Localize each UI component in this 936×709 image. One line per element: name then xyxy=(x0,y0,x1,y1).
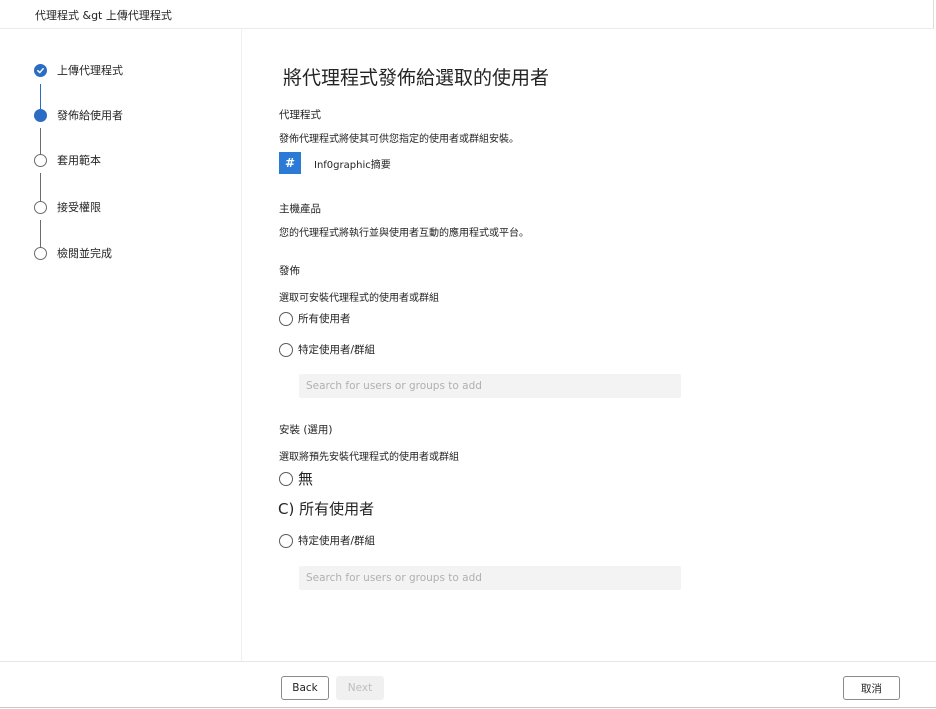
current-step-dot-icon xyxy=(34,108,47,122)
breadcrumb: 代理程式 &gt 上傳代理程式 xyxy=(0,0,934,29)
radio-label: 特定使用者/群組 xyxy=(298,344,376,356)
install-option-none[interactable]: 無 xyxy=(279,468,313,489)
radio-button[interactable] xyxy=(279,311,293,326)
install-option-specific-users[interactable]: 特定使用者/群組 xyxy=(279,533,375,548)
step-label: 套用範本 xyxy=(57,154,101,167)
pending-step-circle-icon xyxy=(34,200,47,214)
step-publish-to-users[interactable]: 發佈給使用者 xyxy=(34,107,123,123)
host-section-heading: 主機產品 xyxy=(279,203,321,215)
agent-item: # Inf0graphic摘要 xyxy=(279,152,391,174)
breadcrumb-text: 代理程式 &gt 上傳代理程式 xyxy=(35,9,172,22)
page-title: 將代理程式發佈給選取的使用者 xyxy=(283,67,550,89)
agent-section-heading: 代理程式 xyxy=(279,109,321,121)
publish-section-description: 選取可安裝代理程式的使用者或群組 xyxy=(279,293,439,304)
hashtag-icon: # xyxy=(279,152,301,174)
radio-button[interactable] xyxy=(279,342,293,357)
step-label: 發佈給使用者 xyxy=(57,109,123,122)
agent-name: Inf0graphic摘要 xyxy=(314,159,391,171)
pending-step-circle-icon xyxy=(34,246,47,260)
install-section-description: 選取將預先安裝代理程式的使用者或群組 xyxy=(279,452,459,463)
step-label: 上傳代理程式 xyxy=(57,64,123,77)
step-accept-permissions[interactable]: 接受權限 xyxy=(34,199,101,215)
main-content: 將代理程式發佈給選取的使用者 代理程式 發佈代理程式將使其可供您指定的使用者或群… xyxy=(243,29,933,661)
radio-button[interactable] xyxy=(279,533,293,548)
publish-option-all-users[interactable]: 所有使用者 xyxy=(279,311,351,326)
step-label: 檢閱並完成 xyxy=(57,247,112,260)
checkmark-icon xyxy=(34,63,47,77)
radio-label: 所有使用者 xyxy=(298,313,351,325)
cancel-button[interactable]: 取消 xyxy=(843,676,900,700)
radio-label: 無 xyxy=(298,470,314,488)
install-section-heading: 安裝 (選用) xyxy=(279,424,333,436)
step-review-finish[interactable]: 檢閱並完成 xyxy=(34,245,112,261)
divider xyxy=(0,707,936,708)
publish-option-specific-users[interactable]: 特定使用者/群組 xyxy=(279,342,375,357)
install-search-input[interactable] xyxy=(304,571,681,585)
radio-label: 特定使用者/群組 xyxy=(298,535,376,547)
publish-section-heading: 發佈 xyxy=(279,265,300,277)
install-search-box[interactable] xyxy=(299,566,681,590)
publish-search-box[interactable] xyxy=(299,374,681,398)
wizard-steps-pane: 上傳代理程式 發佈給使用者 套用範本 接受權限 檢閱並完成 xyxy=(0,29,242,661)
install-option-all-users[interactable]: C) 所有使用者 xyxy=(278,498,374,519)
app-window: 代理程式 &gt 上傳代理程式 上傳代理程式 發佈給使用者 套用範本 接受權限 xyxy=(0,0,936,709)
step-label: 接受權限 xyxy=(57,201,101,214)
back-button[interactable]: Back xyxy=(281,676,329,700)
step-upload-agent[interactable]: 上傳代理程式 xyxy=(34,62,123,78)
step-apply-template[interactable]: 套用範本 xyxy=(34,152,101,168)
agent-section-description: 發佈代理程式將使其可供您指定的使用者或群組安裝。 xyxy=(279,134,519,145)
next-button[interactable]: Next xyxy=(336,676,384,700)
pending-step-circle-icon xyxy=(34,153,47,167)
host-section-description: 您的代理程式將執行並與使用者互動的應用程式或平台。 xyxy=(279,228,529,239)
publish-search-input[interactable] xyxy=(304,379,681,393)
radio-button[interactable] xyxy=(279,471,293,486)
footer-bar: Back Next 取消 xyxy=(0,661,936,709)
